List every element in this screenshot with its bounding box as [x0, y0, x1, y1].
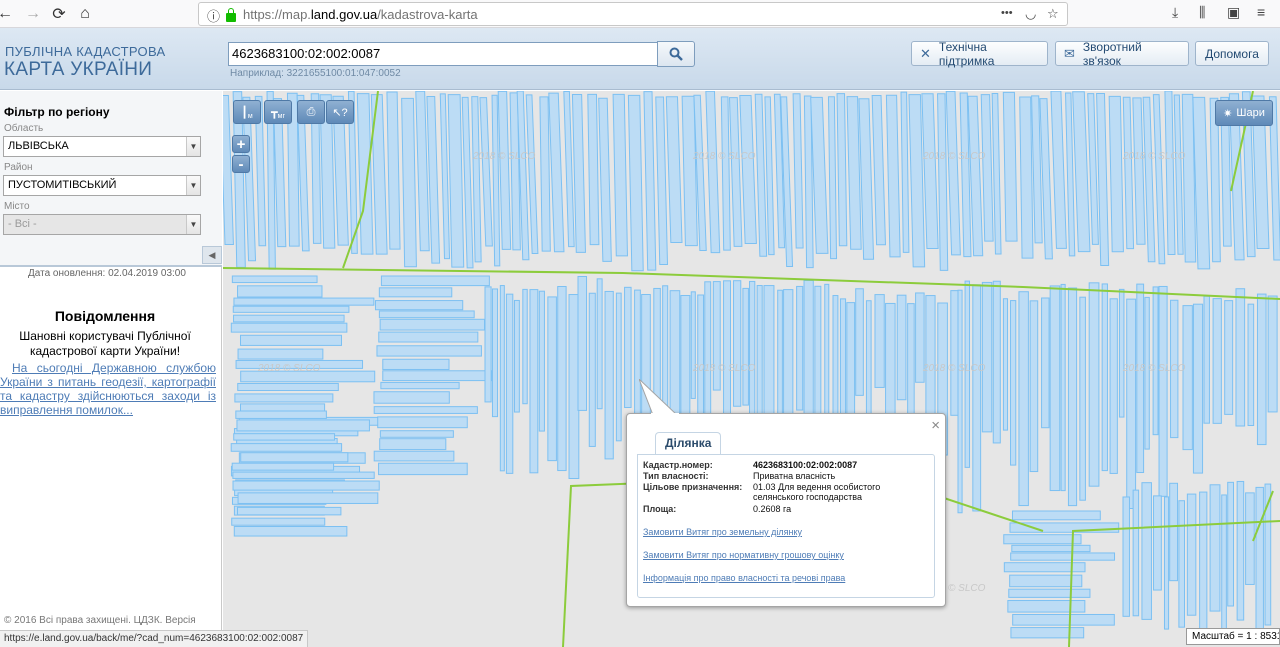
area-label: Площа: [643, 504, 677, 514]
cadastral-search-input[interactable]: 4623683100:02:002:0087 [228, 42, 658, 66]
purpose-label: Цільове призначення: [643, 482, 743, 492]
measure-area-button[interactable]: ┳ мг [264, 100, 292, 124]
oblast-select[interactable]: ЛЬВІВСЬКА ▼ [3, 136, 201, 157]
parcel-popup: × Ділянка Кадастр.номер: 4623683100:02:0… [626, 379, 946, 607]
oblast-value: ЛЬВІВСЬКА [8, 140, 69, 152]
download-icon[interactable]: ⤓ [1172, 4, 1178, 21]
logo-title-top[interactable]: ПУБЛІЧНА КАДАСТРОВА [5, 44, 165, 59]
svg-text:2018 © SLCO: 2018 © SLCO [257, 363, 321, 374]
zoom-in-button[interactable]: + [232, 135, 250, 153]
oblast-label: Область [4, 123, 44, 134]
city-value: - Всі - [8, 218, 37, 230]
filter-title: Фільтр по регіону [4, 105, 110, 119]
rayon-select[interactable]: ПУСТОМИТІВСЬКИЙ ▼ [3, 175, 201, 196]
order-valuation-extract-link[interactable]: Замовити Витяг про нормативну грошову оц… [643, 550, 844, 560]
tech-support-label: Технічна підтримка [938, 39, 995, 68]
close-icon[interactable]: × [931, 417, 940, 434]
map-scale: Масштаб = 1 : 8531 [1186, 628, 1280, 645]
help-label: Допомога [1205, 46, 1259, 61]
tab-parcel[interactable]: Ділянка [655, 432, 722, 454]
cad-label: Кадастр.номер: [643, 460, 713, 470]
svg-text:2018 © SLCO: 2018 © SLCO [922, 151, 986, 162]
svg-text:2018 © SLCO: 2018 © SLCO [692, 151, 756, 162]
owner-value: Приватна власність [753, 471, 836, 481]
url-text[interactable]: https://map.land.gov.ua/kadastrova-karta [243, 7, 478, 22]
info-icon[interactable]: ⓘ [207, 6, 220, 25]
chevron-down-icon[interactable]: ▼ [186, 215, 200, 234]
city-label: Місто [4, 201, 30, 212]
svg-text:2018 © SLCO: 2018 © SLCO [692, 363, 756, 374]
copyright: © 2016 Всі права захищені. ЦДЗК. Версія [4, 615, 196, 626]
notice-title: Повідомлення [54, 308, 156, 324]
notice-text: Шановні користувачі Публічної кадастрово… [19, 329, 191, 358]
ownership-info-link[interactable]: Інформація про право власності та речові… [643, 573, 845, 583]
envelope-icon: ✉ [1064, 45, 1075, 61]
printer-icon: ⎙ [306, 105, 316, 118]
gear-icon: ✷ [1223, 107, 1233, 120]
tool-label-m: м [247, 112, 253, 120]
cursor-question-icon: ↖? [332, 106, 348, 119]
layers-button[interactable]: ✷ Шари [1215, 100, 1273, 126]
city-select[interactable]: - Всі - ▼ [3, 214, 201, 235]
area-ruler-icon: ┳ [271, 106, 278, 119]
browser-toolbar: ← → ⟳ ⌂ ⓘ https://map.land.gov.ua/kadast… [0, 0, 1280, 28]
home-icon[interactable]: ⌂ [74, 3, 96, 25]
owner-label: Тип власності: [643, 471, 709, 481]
cadastral-map[interactable]: 2018 © SLCO 2018 © SLCO 2018 © SLCO 2018 © … [223, 91, 1280, 647]
svg-text:2018 © SLCO: 2018 © SLCO [1122, 151, 1186, 162]
order-parcel-extract-link[interactable]: Замовити Витяг про земельну ділянку [643, 527, 802, 537]
logo-title-bottom[interactable]: КАРТА УКРАЇНИ [4, 59, 152, 81]
popup-body: Кадастр.номер: 4623683100:02:002:0087 Ти… [637, 454, 935, 598]
measure-distance-button[interactable]: ┃ м [233, 100, 261, 124]
feedback-button[interactable]: ✉ Зворотний зв'язок [1055, 39, 1189, 68]
svg-text:2018 © SLCO: 2018 © SLCO [1122, 363, 1186, 374]
cad-value: 4623683100:02:002:0087 [753, 460, 858, 470]
notice-link[interactable]: На сьогодні Державною службою України з … [0, 361, 216, 417]
reload-icon[interactable]: ⟳ [48, 3, 70, 25]
collapse-panel-button[interactable]: ◀ [202, 246, 222, 264]
ruler-icon: ┃ [241, 106, 248, 119]
search-button[interactable] [657, 41, 695, 67]
area-value: 0.2608 га [753, 504, 792, 514]
identify-button[interactable]: ↖? [326, 100, 354, 124]
tool-label-mg: мг [277, 112, 285, 120]
rayon-value: ПУСТОМИТІВСЬКИЙ [8, 179, 117, 191]
menu-icon[interactable]: ≡ [1257, 4, 1265, 20]
address-bar[interactable]: ⓘ https://map.land.gov.ua/kadastrova-kar… [198, 2, 1068, 26]
more-icon[interactable]: ••• [1001, 7, 1013, 19]
lock-icon[interactable] [226, 8, 236, 22]
purpose-value: 01.03 Для ведення особистого селянського… [753, 482, 881, 502]
back-icon[interactable]: ← [0, 3, 16, 25]
update-date: Дата оновлення: 02.04.2019 03:00 [28, 268, 186, 279]
feedback-label: Зворотний зв'язок [1082, 39, 1142, 68]
help-button[interactable]: Допомога [1195, 41, 1269, 66]
site-header: ПУБЛІЧНА КАДАСТРОВА КАРТА УКРАЇНИ 462368… [0, 28, 1280, 90]
search-icon [669, 47, 683, 61]
popup-pointer [639, 379, 679, 415]
chevron-down-icon[interactable]: ▼ [186, 137, 200, 156]
tech-support-button[interactable]: ✕ Технічна підтримка [911, 39, 1048, 68]
app-window: ← → ⟳ ⌂ ⓘ https://map.land.gov.ua/kadast… [0, 0, 1280, 647]
bookmark-star-icon[interactable]: ☆ [1047, 6, 1059, 22]
sidebar-icon[interactable]: ▣ [1227, 4, 1240, 21]
zoom-out-button[interactable]: - [232, 155, 250, 173]
svg-text:2018 © SLCO: 2018 © SLCO [922, 363, 986, 374]
library-icon[interactable]: ⫼ [1199, 4, 1205, 21]
layers-label: Шари [1236, 107, 1265, 119]
region-filter: Фільтр по регіону Область ЛЬВІВСЬКА ▼ Ра… [0, 91, 222, 267]
chevron-down-icon[interactable]: ▼ [186, 176, 200, 195]
status-bar-url: https://e.land.gov.ua/back/me/?cad_num=4… [0, 630, 309, 647]
search-hint: Наприклад: 3221655100:01:047:0052 [230, 68, 401, 79]
svg-text:2018 © SLCO: 2018 © SLCO [472, 151, 536, 162]
pocket-icon[interactable]: ◡ [1025, 6, 1036, 22]
left-panel: Фільтр по регіону Область ЛЬВІВСЬКА ▼ Ра… [0, 91, 222, 647]
forward-icon[interactable]: → [22, 3, 44, 25]
tools-icon: ✕ [920, 45, 931, 61]
print-button[interactable]: ⎙ [297, 100, 325, 124]
rayon-label: Район [4, 162, 33, 173]
